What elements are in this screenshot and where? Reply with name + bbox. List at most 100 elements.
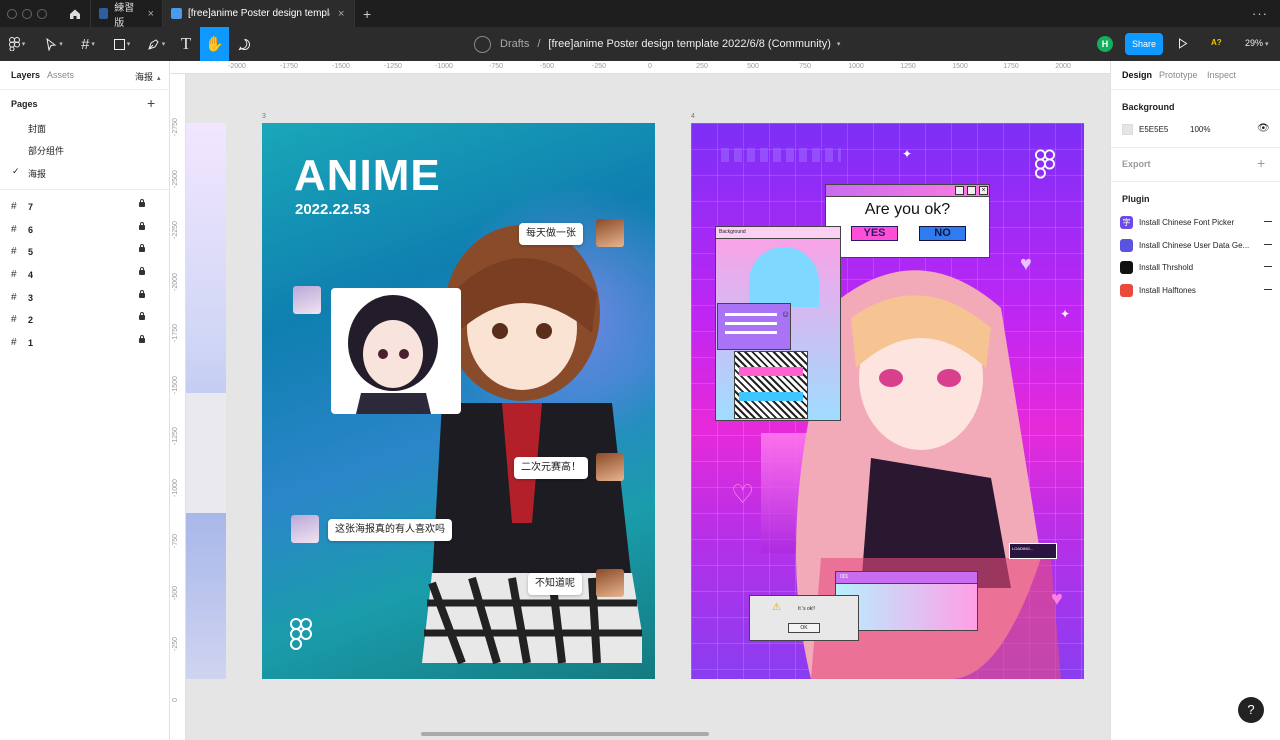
frame-partial[interactable] <box>186 123 226 679</box>
smiley-icon: ☺ <box>781 309 791 319</box>
tab-assets[interactable]: Assets <box>47 70 74 80</box>
background-hex[interactable]: E5E5E5 <box>1139 125 1168 134</box>
chat-bubble: 二次元赛高！ <box>514 457 588 479</box>
heart-icon: ♡ <box>731 479 755 509</box>
frame-label[interactable]: 3 <box>262 113 266 120</box>
lock-icon[interactable] <box>139 199 145 207</box>
chat-bubble: 这张海报真的有人喜欢吗 <box>328 519 452 541</box>
ruler-tick: -1500 <box>172 376 179 394</box>
plugin-title: Plugin <box>1122 194 1150 204</box>
window-minimize-icon[interactable] <box>22 8 32 19</box>
remove-icon[interactable] <box>1264 244 1272 245</box>
properties-panel: Design Prototype Inspect Background E5E5… <box>1110 61 1280 740</box>
lock-icon[interactable] <box>139 335 145 343</box>
avatar <box>596 453 624 481</box>
poster-frame-4[interactable]: ✦ × Are you ok? YES NO Background ☺ LOAD… <box>691 123 1084 679</box>
tab-prototype[interactable]: Prototype <box>1159 70 1198 80</box>
window-maximize-icon[interactable] <box>37 8 47 19</box>
zoom-level[interactable]: 29% ▾ <box>1245 38 1269 48</box>
layer-row[interactable]: #4 <box>11 267 151 280</box>
design-canvas[interactable]: 3 ANIME 2022.22.53 每天做一张 二次元赛高！ 这张海报真的有人… <box>186 74 1110 740</box>
layer-row[interactable]: #2 <box>11 312 151 325</box>
ruler-tick: 0 <box>648 63 652 70</box>
present-button[interactable] <box>1178 38 1188 52</box>
more-icon[interactable]: ··· <box>1252 6 1268 21</box>
page-item-components[interactable]: 部分组件 <box>28 144 64 157</box>
team-avatar-icon[interactable] <box>474 35 491 53</box>
tab-anime-poster[interactable]: [free]anime Poster design template ... × <box>163 0 355 27</box>
dialog-text: It 's ok!! <box>798 606 816 612</box>
lock-icon[interactable] <box>139 312 145 320</box>
chevron-down-icon[interactable]: ▾ <box>837 40 841 48</box>
lock-icon[interactable] <box>139 267 145 275</box>
move-tool-button[interactable]: ▾ <box>38 27 70 61</box>
breadcrumb-drafts-link[interactable]: Drafts <box>500 38 529 50</box>
pen-tool-button[interactable]: ▾ <box>140 27 172 61</box>
avatar <box>596 219 624 247</box>
layer-row[interactable]: #1 <box>11 335 151 348</box>
remove-icon[interactable] <box>1264 221 1272 222</box>
eye-icon[interactable]: 👁 <box>1257 123 1270 134</box>
plugin-item[interactable]: 字 Install Chinese Font Picker <box>1120 214 1272 230</box>
shape-tool-button[interactable]: ▾ <box>106 27 138 61</box>
horizontal-scrollbar[interactable] <box>421 732 709 736</box>
chat-bubble: 不知道呢 <box>528 573 582 595</box>
layer-name: 7 <box>28 201 34 212</box>
ruler-left: -2750 -2500 -2250 -2000 -1750 -1500 -125… <box>170 74 186 740</box>
page-item-cover[interactable]: 封面 <box>28 122 46 135</box>
figma-logo-icon <box>290 618 312 650</box>
page-item-poster[interactable]: 海报 <box>28 167 46 180</box>
lock-icon[interactable] <box>139 290 145 298</box>
close-icon[interactable]: × <box>338 8 344 20</box>
add-page-button[interactable]: + <box>147 95 155 111</box>
pages-title: Pages <box>11 99 38 109</box>
layer-name: 1 <box>28 337 34 348</box>
layer-row[interactable]: #3 <box>11 290 151 303</box>
layer-row[interactable]: #5 <box>11 244 151 257</box>
layers-panel: Layers Assets 海报 ▴ Pages + 封面 部分组件 ✓ 海报 … <box>0 61 170 740</box>
hand-tool-button[interactable]: ✋ <box>200 27 229 61</box>
tab-design[interactable]: Design <box>1122 70 1152 80</box>
accessibility-check-button[interactable]: A? <box>1211 38 1222 47</box>
background-opacity[interactable]: 100% <box>1190 125 1210 134</box>
comment-tool-button[interactable] <box>228 27 260 61</box>
remove-icon[interactable] <box>1264 289 1272 290</box>
home-tab[interactable] <box>59 0 91 27</box>
window-title: 001 <box>840 574 849 580</box>
tab-inspect[interactable]: Inspect <box>1207 70 1236 80</box>
plugin-item[interactable]: Install Thrshold <box>1120 259 1272 275</box>
plugin-item[interactable]: Install Halftones <box>1120 282 1272 298</box>
file-title[interactable]: [free]anime Poster design template 2022/… <box>548 38 830 50</box>
ruler-tick: -2000 <box>228 63 246 70</box>
figma-menu-button[interactable]: ▾ <box>4 27 30 61</box>
hearts-bar <box>739 392 803 401</box>
rectangle-icon <box>113 38 125 50</box>
lock-icon[interactable] <box>139 222 145 230</box>
close-icon[interactable]: × <box>148 8 154 20</box>
tab-layers[interactable]: Layers <box>11 70 40 80</box>
layer-row[interactable]: #7 <box>11 199 151 212</box>
user-avatar[interactable]: H <box>1097 36 1113 52</box>
plugin-icon: 字 <box>1120 215 1133 229</box>
new-tab-button[interactable]: + <box>355 0 379 27</box>
ruler-tick: -2750 <box>172 118 179 136</box>
lock-icon[interactable] <box>139 244 145 252</box>
frame-icon: # <box>11 201 17 212</box>
ruler-tick: 1500 <box>952 63 968 70</box>
add-export-button[interactable]: + <box>1257 155 1265 171</box>
plugin-item[interactable]: Install Chinese User Data Ge... <box>1120 237 1272 253</box>
tab-practice[interactable]: 練習版 × <box>91 0 163 29</box>
frame-label[interactable]: 4 <box>691 113 695 120</box>
background-swatch[interactable] <box>1122 124 1133 135</box>
text-tool-button[interactable]: T <box>170 27 202 61</box>
background-title: Background <box>1122 102 1175 112</box>
page-selector[interactable]: 海报 ▴ <box>135 70 160 83</box>
plugin-name: Install Chinese User Data Ge... <box>1139 240 1250 250</box>
remove-icon[interactable] <box>1264 266 1272 267</box>
share-button[interactable]: Share <box>1125 33 1163 55</box>
poster-frame-3[interactable]: ANIME 2022.22.53 每天做一张 二次元赛高！ 这张海报真的有人喜欢… <box>262 123 655 679</box>
layer-row[interactable]: #6 <box>11 222 151 235</box>
window-close-icon[interactable] <box>7 8 17 19</box>
frame-tool-button[interactable]: # ▾ <box>72 27 104 61</box>
help-button[interactable]: ? <box>1238 697 1264 723</box>
